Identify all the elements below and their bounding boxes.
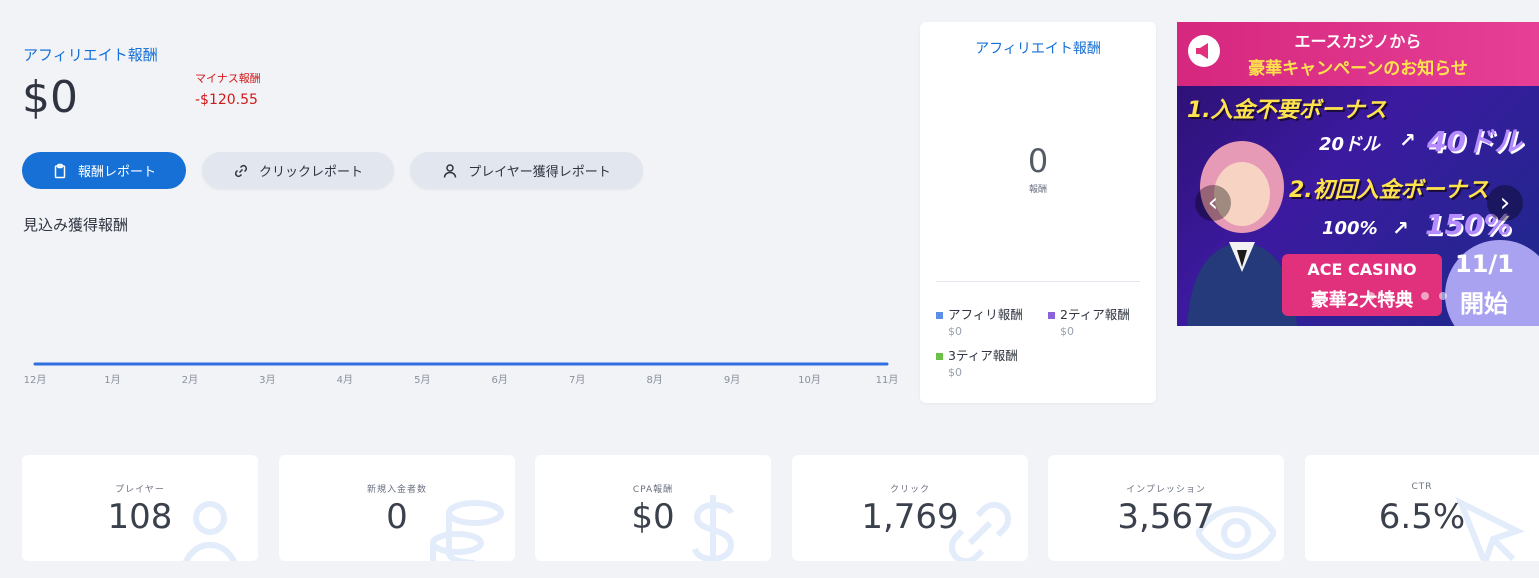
stat-value: $0 bbox=[631, 497, 675, 537]
stat-label: CPA報酬 bbox=[632, 485, 674, 495]
card-center-label: 報酬 bbox=[1028, 185, 1047, 195]
x-tick-label: 3月 bbox=[259, 374, 275, 386]
expected-reward-chart: 12月 1月 2月 3月 4月 5月 6月 7月 8月 9月 10月 11月 bbox=[24, 362, 899, 386]
x-tick-label: 8月 bbox=[646, 374, 662, 386]
legend-value: $0 bbox=[948, 366, 962, 379]
card-title: アフィリエイト報酬 bbox=[975, 41, 1101, 57]
promo1-heading: 1.入金不要ボーナス bbox=[1187, 98, 1387, 123]
carousel-dots[interactable] bbox=[1367, 292, 1447, 300]
legend-label: 2ティア報酬 bbox=[1060, 307, 1130, 322]
x-tick-label: 11月 bbox=[876, 374, 899, 386]
stat-label: プレイヤー bbox=[115, 485, 165, 495]
legend-label: 3ティア報酬 bbox=[948, 348, 1018, 363]
promo2-heading: 2.初回入金ボーナス bbox=[1289, 178, 1489, 203]
affiliate-reward-title[interactable]: アフィリエイト報酬 bbox=[23, 44, 158, 65]
data-point bbox=[110, 362, 114, 366]
carousel-prev-button[interactable]: ‹ bbox=[1195, 185, 1231, 221]
data-point bbox=[33, 362, 37, 366]
stat-card-cpa: CPA報酬 $0 bbox=[535, 455, 771, 561]
promo2-from: 100% bbox=[1322, 218, 1378, 239]
date-text: 11/1 bbox=[1455, 250, 1514, 278]
carousel-dot[interactable] bbox=[1385, 292, 1393, 300]
x-tick-label: 9月 bbox=[724, 374, 740, 386]
stat-card-clicks: クリック 1,769 bbox=[792, 455, 1028, 561]
arrow-up-icon: ↗ bbox=[1392, 216, 1409, 240]
data-point bbox=[808, 362, 812, 366]
arrow-up-icon: ↗ bbox=[1399, 128, 1416, 152]
stat-label: 新規入金者数 bbox=[366, 485, 427, 495]
x-tick-label: 2月 bbox=[182, 374, 198, 386]
data-point bbox=[420, 362, 424, 366]
stat-value: 3,567 bbox=[1117, 497, 1215, 537]
legend-tier3: 3ティア報酬 $0 bbox=[936, 345, 1018, 379]
chevron-right-icon: › bbox=[1499, 188, 1511, 218]
x-tick-label: 4月 bbox=[337, 374, 353, 386]
link-icon bbox=[234, 164, 248, 177]
negative-reward-label: マイナス報酬 bbox=[195, 72, 261, 85]
stat-value: 0 bbox=[386, 497, 408, 537]
data-point bbox=[188, 362, 192, 366]
promo-banner-carousel[interactable]: エースカジノから 豪華キャンペーンのお知らせ 1.入金不要ボーナス 20ドル ↗… bbox=[1177, 22, 1539, 326]
stat-card-players: プレイヤー 108 bbox=[22, 455, 258, 561]
banner-line2: 豪華キャンペーンのお知らせ bbox=[1248, 59, 1468, 79]
affiliate-reward-card: アフィリエイト報酬 0 報酬 アフィリ報酬 $0 2ティア報酬 $0 3ティア報… bbox=[920, 22, 1156, 403]
x-tick-label: 12月 bbox=[24, 374, 47, 386]
stat-card-impressions: インプレッション 3,567 bbox=[1048, 455, 1284, 561]
tab-player-acquisition-report[interactable]: プレイヤー獲得レポート bbox=[410, 152, 643, 189]
stat-label: CTR bbox=[1411, 482, 1433, 492]
user-icon bbox=[443, 163, 457, 178]
promo1-to: 40ドル bbox=[1427, 125, 1522, 158]
legend-tier2: 2ティア報酬 $0 bbox=[1048, 304, 1130, 338]
legend-label: アフィリ報酬 bbox=[948, 307, 1023, 322]
legend-swatch bbox=[936, 353, 943, 360]
negative-reward-value: -$120.55 bbox=[195, 92, 258, 108]
legend-swatch bbox=[1048, 312, 1055, 319]
x-tick-label: 10月 bbox=[798, 374, 821, 386]
casino-badge: ACE CASINO 豪華2大特典 bbox=[1282, 254, 1442, 316]
data-point bbox=[730, 362, 734, 366]
data-point bbox=[653, 362, 657, 366]
carousel-dot[interactable] bbox=[1439, 292, 1447, 300]
legend-value: $0 bbox=[948, 325, 962, 338]
expected-reward-label: 見込み獲得報酬 bbox=[23, 216, 129, 234]
legend-value: $0 bbox=[1060, 325, 1074, 338]
stat-value: 1,769 bbox=[861, 497, 959, 537]
carousel-dot[interactable] bbox=[1403, 292, 1411, 300]
x-tick-label: 7月 bbox=[569, 374, 585, 386]
data-point bbox=[343, 362, 347, 366]
stat-card-ctr: CTR 6.5% bbox=[1305, 455, 1539, 561]
x-tick-label: 1月 bbox=[104, 374, 120, 386]
divider bbox=[936, 281, 1140, 282]
stat-label: インプレッション bbox=[1126, 485, 1206, 495]
carousel-dot[interactable] bbox=[1367, 292, 1375, 300]
chevron-left-icon: ‹ bbox=[1207, 188, 1219, 218]
legend-swatch bbox=[936, 312, 943, 319]
data-point bbox=[498, 362, 502, 366]
tab-label: プレイヤー獲得レポート bbox=[468, 165, 611, 180]
casino-name: ACE CASINO bbox=[1307, 260, 1417, 279]
carousel-dot[interactable] bbox=[1421, 292, 1429, 300]
data-point bbox=[575, 362, 579, 366]
tab-label: クリックレポート bbox=[258, 165, 363, 180]
carousel-next-button[interactable]: › bbox=[1487, 185, 1523, 221]
stat-label: クリック bbox=[889, 485, 930, 495]
banner-line1: エースカジノから bbox=[1294, 32, 1422, 51]
data-point bbox=[265, 362, 269, 366]
tab-click-report[interactable]: クリックレポート bbox=[202, 152, 394, 189]
x-tick-label: 6月 bbox=[492, 374, 508, 386]
x-tick-label: 5月 bbox=[414, 374, 430, 386]
promo1-from: 20ドル bbox=[1319, 134, 1381, 155]
affiliate-reward-amount: $0 bbox=[22, 72, 78, 123]
stat-value: 6.5% bbox=[1378, 497, 1466, 537]
tab-reward-report[interactable]: 報酬レポート bbox=[22, 152, 186, 189]
tab-label: 報酬レポート bbox=[77, 165, 156, 180]
legend-affiliate: アフィリ報酬 $0 bbox=[936, 304, 1023, 338]
date-suffix: 開始 bbox=[1460, 290, 1508, 318]
data-point bbox=[885, 362, 889, 366]
stat-value: 108 bbox=[107, 497, 173, 537]
clipboard-icon bbox=[54, 163, 66, 178]
stat-card-new-depositors: 新規入金者数 0 bbox=[279, 455, 515, 561]
card-center-value: 0 bbox=[1027, 142, 1049, 180]
